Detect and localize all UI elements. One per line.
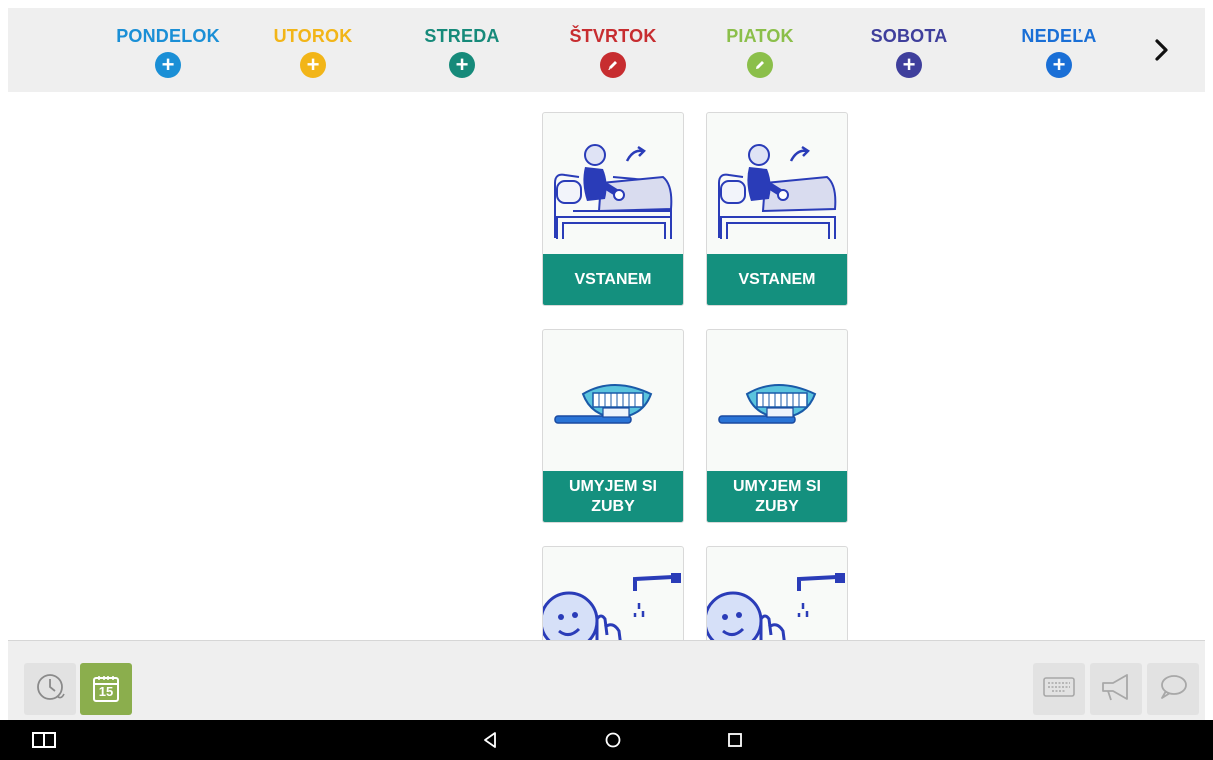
tab-streda[interactable]: STREDA + <box>407 26 517 78</box>
tab-sobota[interactable]: SOBOTA + <box>854 26 964 78</box>
activity-card[interactable]: VSTANEM <box>706 112 848 306</box>
clock-history-button[interactable] <box>24 663 76 715</box>
tab-stvrtok[interactable]: ŠTVRTOK <box>558 26 668 78</box>
plus-icon[interactable]: + <box>449 52 475 78</box>
keyboard-button[interactable] <box>1033 663 1085 715</box>
calendar-icon: 15 <box>92 675 120 703</box>
washing-face-icon <box>707 547 847 640</box>
back-icon[interactable] <box>480 730 502 750</box>
day-label: PIATOK <box>726 26 794 46</box>
activity-card[interactable]: UMYJEM SI ZUBY <box>706 329 848 523</box>
recent-apps-icon[interactable] <box>32 730 56 750</box>
getting-up-icon <box>707 113 847 254</box>
calendar-button[interactable]: 15 <box>80 663 132 715</box>
activity-label: VSTANEM <box>707 254 847 305</box>
overview-icon[interactable] <box>725 730 747 750</box>
bottom-toolbar: 15 <box>8 640 1205 721</box>
megaphone-icon <box>1099 672 1133 707</box>
calendar-day: 15 <box>98 684 114 699</box>
day-label: PONDELOK <box>116 26 220 46</box>
tab-nedela[interactable]: NEDEĽA + <box>1004 26 1114 78</box>
tab-pondelok[interactable]: PONDELOK + <box>113 26 223 78</box>
activity-label: UMYJEM SI ZUBY <box>707 471 847 522</box>
activity-label: VSTANEM <box>543 254 683 305</box>
plus-icon[interactable]: + <box>300 52 326 78</box>
day-label: ŠTVRTOK <box>569 26 657 46</box>
activity-card[interactable]: VSTANEM <box>542 112 684 306</box>
activity-card[interactable] <box>706 546 848 640</box>
plus-icon[interactable]: + <box>896 52 922 78</box>
tab-utorok[interactable]: UTOROK + <box>258 26 368 78</box>
day-label: UTOROK <box>273 26 353 46</box>
brushing-teeth-icon <box>543 330 683 471</box>
activity-label: UMYJEM SI ZUBY <box>543 471 683 522</box>
washing-face-icon <box>543 547 683 640</box>
plus-icon[interactable]: + <box>1046 52 1072 78</box>
schedule-area: VSTANEM VSTANEM UMYJEM SI ZUBY UMYJEM SI… <box>8 92 1205 640</box>
chevron-right-icon[interactable] <box>1148 36 1176 64</box>
plus-icon[interactable]: + <box>155 52 181 78</box>
brushing-teeth-icon <box>707 330 847 471</box>
clock-history-icon <box>33 670 67 709</box>
day-label: STREDA <box>424 26 500 46</box>
keyboard-icon <box>1043 676 1075 702</box>
message-button[interactable] <box>1147 663 1199 715</box>
day-label: SOBOTA <box>870 26 948 46</box>
day-tabs-bar: PONDELOK + UTOROK + STREDA + ŠTVRTOK PIA… <box>8 8 1205 93</box>
activity-card[interactable] <box>542 546 684 640</box>
pencil-icon[interactable] <box>600 52 626 78</box>
speech-bubble-icon <box>1158 673 1188 706</box>
speak-button[interactable] <box>1090 663 1142 715</box>
getting-up-icon <box>543 113 683 254</box>
pencil-icon[interactable] <box>747 52 773 78</box>
activity-card[interactable]: UMYJEM SI ZUBY <box>542 329 684 523</box>
day-label: NEDEĽA <box>1021 26 1097 46</box>
home-icon[interactable] <box>603 730 625 750</box>
tab-piatok[interactable]: PIATOK <box>705 26 815 78</box>
system-nav-bar <box>0 720 1213 760</box>
